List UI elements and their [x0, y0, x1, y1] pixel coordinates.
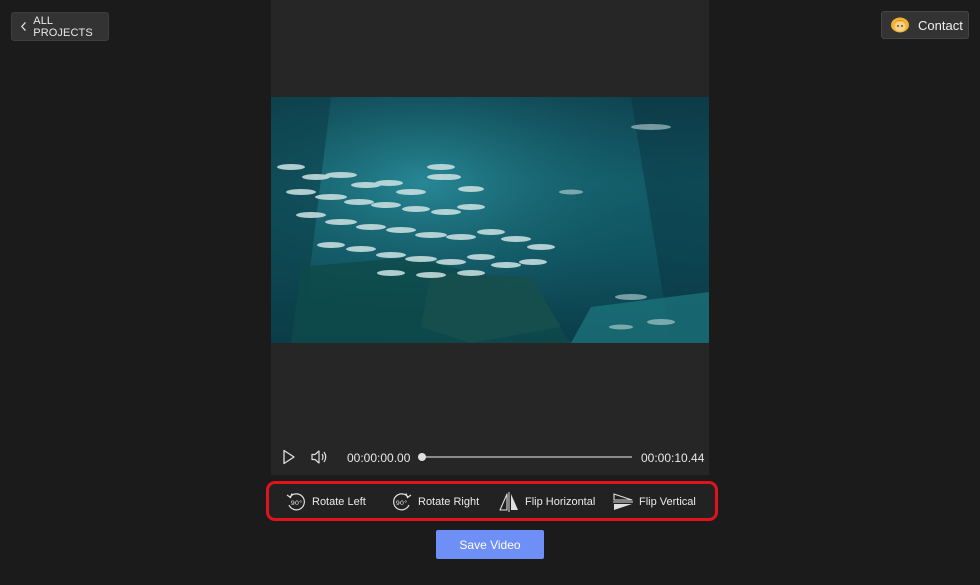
total-time: 00:00:10.44 [641, 451, 705, 465]
flip-horizontal-icon [499, 492, 518, 512]
play-icon [283, 449, 295, 465]
rotate-left-button[interactable]: 90° Rotate Left [285, 491, 366, 513]
contact-avatar-icon [890, 16, 910, 34]
video-player: 00:00:00.00 00:00:10.44 [271, 0, 709, 475]
chevron-left-icon [20, 21, 26, 32]
all-projects-button[interactable]: ALL PROJECTS [11, 12, 109, 41]
rotate-left-label: Rotate Left [312, 496, 366, 508]
svg-text:90°: 90° [291, 499, 303, 507]
volume-button[interactable] [310, 449, 328, 470]
flip-vertical-icon [613, 493, 633, 510]
playback-controls: 00:00:00.00 00:00:10.44 [271, 444, 709, 472]
flip-horizontal-label: Flip Horizontal [525, 496, 596, 508]
contact-label: Contact [918, 17, 963, 33]
transform-toolbar: 90° Rotate Left 90° Rotate Right Flip Ho… [266, 481, 718, 521]
video-preview[interactable] [271, 97, 709, 343]
current-time: 00:00:00.00 [347, 451, 411, 465]
seek-thumb[interactable] [418, 453, 426, 461]
play-button[interactable] [282, 449, 296, 470]
save-video-button[interactable]: Save Video [436, 530, 544, 559]
rotate-right-label: Rotate Right [418, 496, 480, 508]
all-projects-label: ALL PROJECTS [33, 14, 93, 39]
flip-vertical-label: Flip Vertical [639, 496, 696, 508]
rotate-right-icon: 90° [393, 493, 412, 511]
video-editor-page: ALL PROJECTS Contact 00:00:00.00 00:00:1… [0, 0, 980, 585]
rotate-right-button[interactable]: 90° Rotate Right [391, 491, 479, 513]
rotate-left-icon: 90° [286, 493, 305, 511]
video-frame-image [271, 97, 709, 343]
flip-horizontal-button[interactable]: Flip Horizontal [498, 491, 595, 513]
svg-text:90°: 90° [396, 499, 408, 507]
volume-icon [311, 450, 327, 464]
seek-bar[interactable] [418, 453, 632, 461]
flip-vertical-button[interactable]: Flip Vertical [612, 491, 696, 513]
contact-button[interactable]: Contact [881, 11, 969, 39]
